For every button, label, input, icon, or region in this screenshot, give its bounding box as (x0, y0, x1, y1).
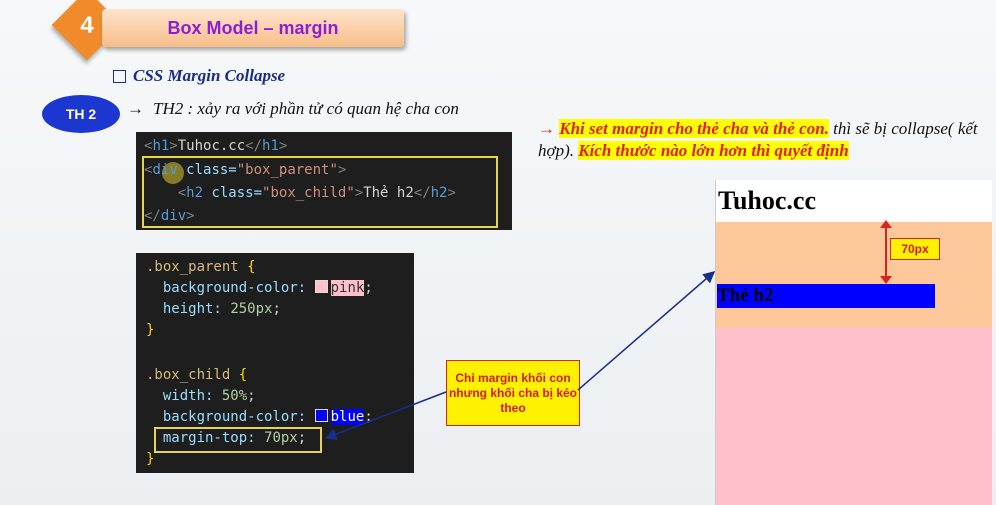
render-preview: Tuhoc.cc 70px Thẻ h2 (715, 180, 992, 505)
preview-h2: Thẻ h2 (717, 284, 935, 308)
arrow-right-icon: → (538, 119, 555, 138)
margin-size-label: 70px (890, 238, 940, 260)
arrow-to-margin-top (324, 391, 447, 440)
preview-h1: Tuhoc.cc (718, 186, 816, 215)
arrow-to-preview (577, 271, 716, 391)
collapsed-margin-area (716, 222, 992, 328)
explanation-note: → Khi set margin cho thẻ cha và thẻ con.… (538, 119, 978, 160)
